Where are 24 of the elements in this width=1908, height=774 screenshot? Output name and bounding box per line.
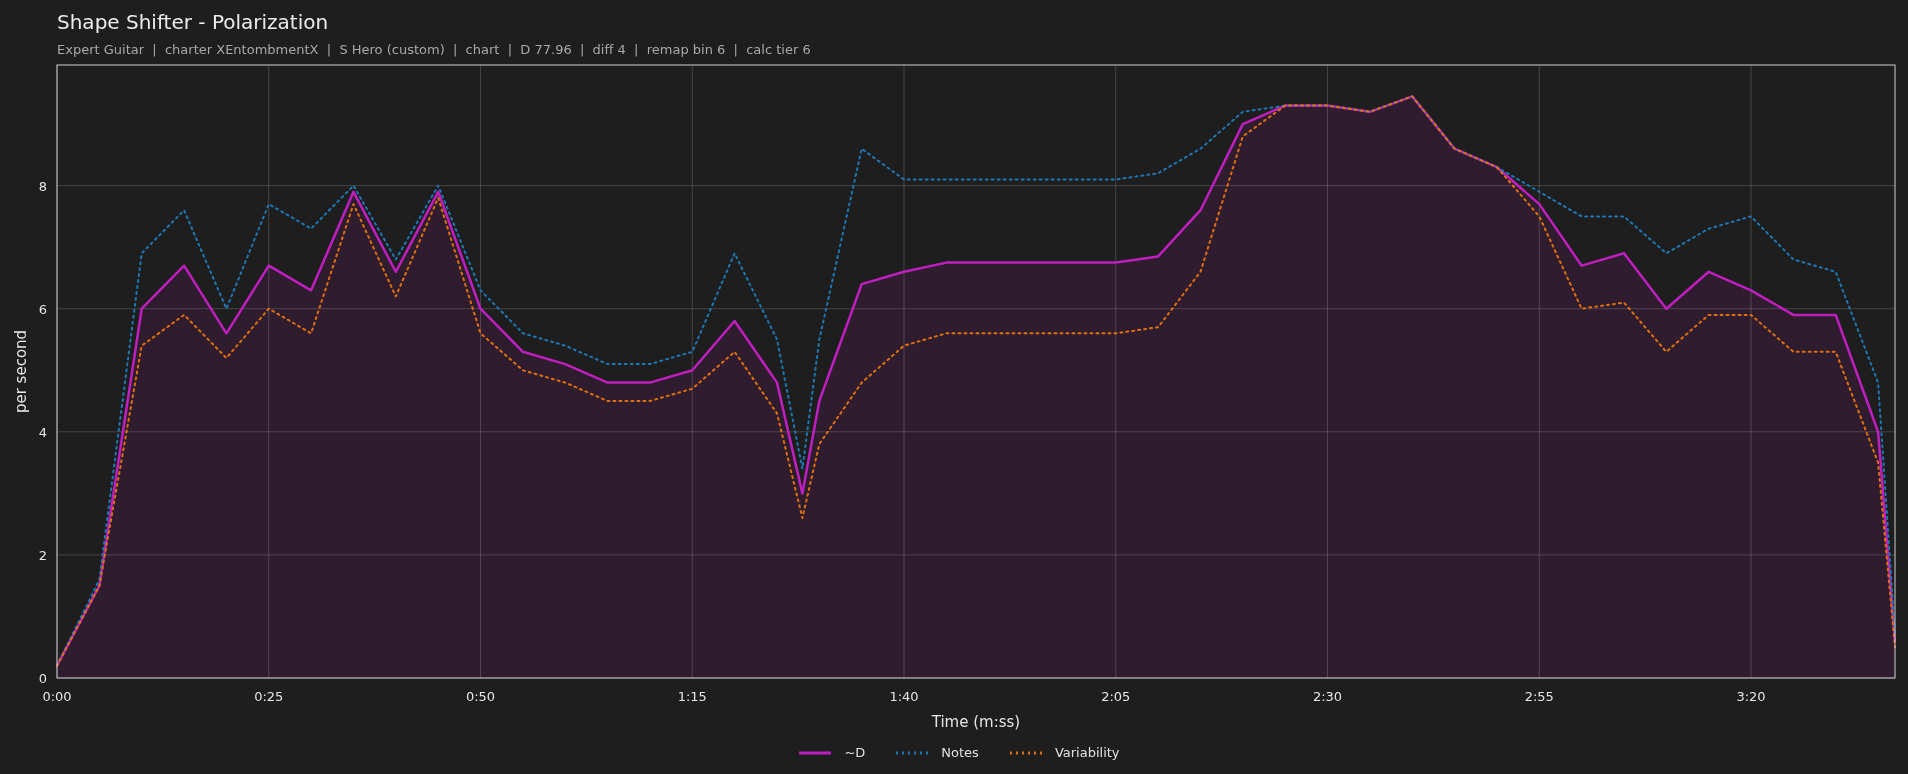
tick-label: 1:15	[677, 689, 707, 704]
tick-label: 2:05	[1101, 689, 1131, 704]
tick-label: 0:00	[42, 689, 72, 704]
tick-label: 2:55	[1524, 689, 1554, 704]
chart-subtitle: Expert Guitar | charter XEntombmentX | S Hero (custom) | chart | D 77.96 | diff 4 | remap bin 6 | calc tier 6	[57, 41, 812, 59]
legend-swatch	[895, 751, 930, 755]
chart-title: Shape Shifter - Polarization	[57, 9, 330, 36]
tick-label: 8	[38, 178, 47, 194]
tick-label: 2:30	[1312, 689, 1343, 704]
axis-title: per second	[12, 329, 30, 414]
axis-title: Time (m:ss)	[931, 713, 1021, 731]
tick-label: 2	[38, 547, 47, 563]
legend-label: Variability	[1054, 744, 1120, 763]
tick-label: 3:20	[1736, 689, 1766, 704]
tick-label: 0:25	[254, 689, 284, 704]
tick-label: 0	[38, 671, 47, 686]
tick-label: 6	[38, 301, 47, 317]
tick-label: 4	[38, 424, 47, 440]
tick-label: 0:50	[465, 689, 496, 704]
legend-swatch	[798, 751, 833, 755]
legend-label: ~D	[844, 744, 866, 763]
tick-label: 1:40	[889, 689, 919, 704]
legend-swatch	[1008, 751, 1043, 755]
legend-label: Notes	[941, 744, 979, 763]
